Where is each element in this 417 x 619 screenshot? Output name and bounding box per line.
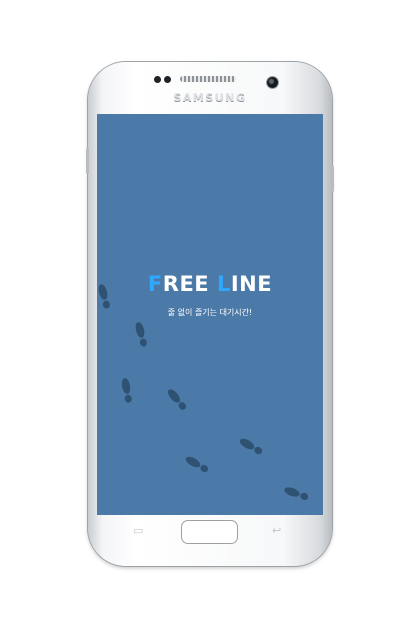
footprint: [239, 438, 263, 455]
footprint: [185, 456, 209, 473]
footprint: [121, 378, 132, 403]
home-button[interactable]: [181, 520, 238, 544]
back-icon[interactable]: ↩: [272, 524, 281, 537]
earpiece-speaker: [180, 76, 236, 82]
logo-letter-f: F: [147, 272, 163, 296]
footprint: [168, 389, 187, 410]
logo-text-ree: REE: [162, 272, 217, 296]
recent-apps-icon[interactable]: ▭: [133, 524, 143, 537]
volume-button: [86, 148, 89, 174]
brand-logo: SAMSUNG: [173, 91, 247, 104]
footprint: [135, 322, 147, 347]
light-sensor: [164, 76, 171, 83]
footprint: [284, 487, 309, 501]
app-logo: FREE LINE: [97, 272, 323, 296]
app-splash-screen[interactable]: FREE LINE 줄 없이 즐기는 대기시간!: [97, 114, 323, 515]
app-tagline: 줄 없이 즐기는 대기시간!: [167, 308, 253, 317]
proximity-sensor: [154, 76, 161, 83]
power-button: [331, 166, 334, 192]
logo-letter-l: L: [216, 272, 231, 296]
front-camera: [267, 77, 278, 88]
logo-text-ine: INE: [230, 272, 273, 296]
